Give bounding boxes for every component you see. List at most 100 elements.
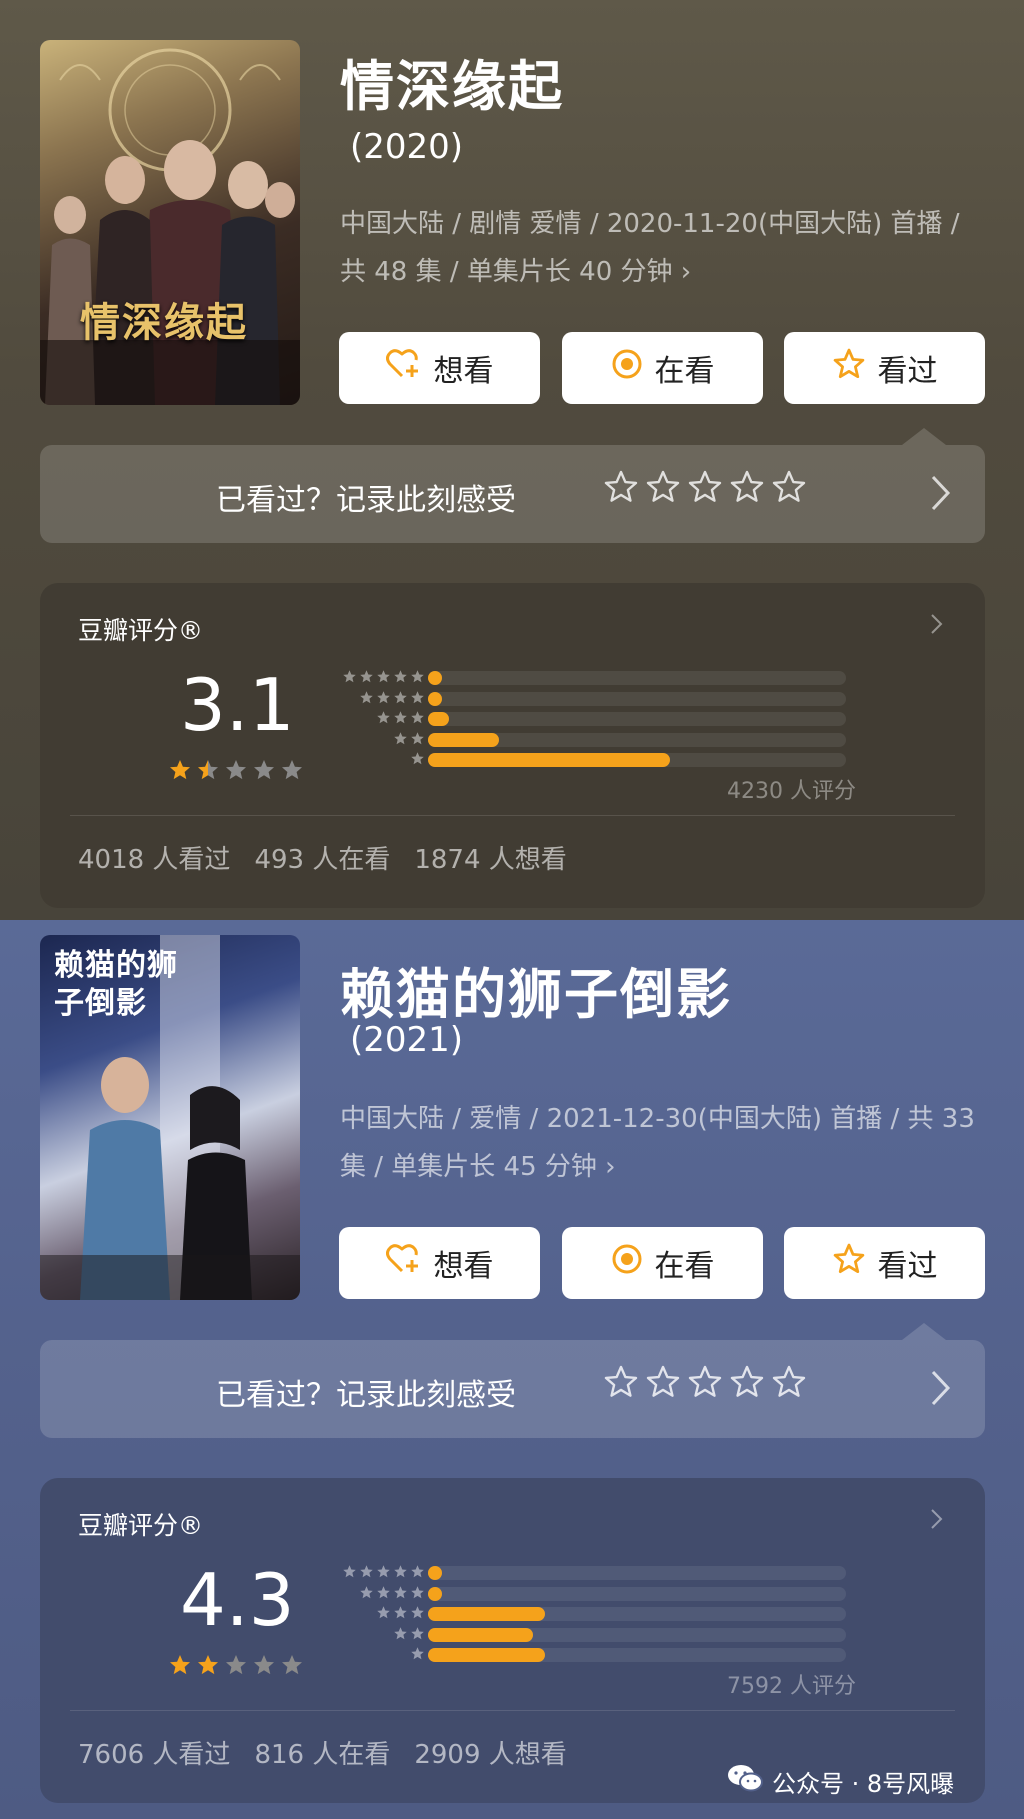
rating-count: 4230 人评分: [727, 779, 856, 804]
watched-label: 看过: [877, 1249, 938, 1284]
heart-plus-icon: [385, 1243, 422, 1283]
show-meta-link[interactable]: 中国大陆 / 爱情 / 2021-12-30(中国大陆) 首播 / 共 33 集…: [340, 1095, 985, 1191]
star-outline-icon: [832, 348, 866, 388]
distribution-bar-4-star: [428, 1586, 442, 1601]
score-stars: [168, 1653, 304, 1677]
distribution-bar-track: [428, 732, 846, 747]
watching-label: 在看: [654, 1249, 715, 1284]
star-icon: [394, 1626, 407, 1639]
chevron-right-icon: [930, 1369, 952, 1411]
distribution-stars: [335, 669, 425, 684]
star-icon: [360, 670, 373, 683]
rating-score: 4.3: [180, 1558, 295, 1642]
want-to-watch-button[interactable]: 想看: [339, 1227, 540, 1299]
rating-star-icon: [198, 1655, 218, 1675]
star-outline-icon: [772, 1365, 806, 1397]
star-icon: [394, 670, 407, 683]
rate-stars[interactable]: [603, 469, 807, 505]
show-meta-link[interactable]: 中国大陆 / 剧情 爱情 / 2020-11-20(中国大陆) 首播 / 共 4…: [340, 200, 985, 296]
pointer-arrow: [902, 428, 946, 445]
poster-image[interactable]: 赖猫的狮子倒影: [40, 935, 300, 1300]
watching-count: 493 人在看: [254, 845, 391, 875]
star-icon: [411, 731, 424, 744]
poster-art: [40, 48, 300, 405]
watching-button[interactable]: 在看: [562, 1227, 763, 1299]
star-outline-icon: [646, 1365, 680, 1397]
audience-counts: 4018 人看过 493 人在看 1874 人想看: [78, 839, 567, 876]
rating-star-icon: [170, 1655, 190, 1675]
distribution-stars: [335, 1585, 425, 1600]
rating-count: 7592 人评分: [727, 1674, 856, 1699]
distribution-stars: [335, 751, 425, 766]
want-to-watch-label: 想看: [433, 354, 494, 389]
star-icon: [411, 1585, 424, 1598]
distribution-bar-track: [428, 691, 846, 706]
rating-star-icon: [254, 1655, 274, 1675]
distribution-stars: [335, 710, 425, 725]
star-icon: [394, 1585, 407, 1598]
star-icon: [411, 1606, 424, 1619]
show-card: 赖猫的狮子倒影 赖猫的狮子倒影 (2021) 中国大陆 / 爱情 / 2021-…: [0, 920, 1024, 1819]
distribution-row-2-star: [335, 730, 855, 749]
rating-star-icon: [226, 1655, 246, 1675]
distribution-row-3-star: [335, 1604, 855, 1623]
distribution-bar-track: [428, 753, 846, 767]
show-title: 情深缘起: [340, 55, 564, 118]
distribution-row-5-star: [335, 668, 855, 687]
distribution-bar-1-star: [428, 1648, 546, 1662]
star-outline-icon: [646, 470, 680, 502]
star-outline-icon: [832, 1243, 866, 1283]
record-rating-bar[interactable]: 已看过？记录此刻感受: [40, 1323, 985, 1438]
poster-title: 赖猫的狮子倒影: [54, 948, 178, 1021]
audience-counts: 7606 人看过 816 人在看 2909 人想看: [78, 1734, 567, 1771]
star-outline-icon: [604, 1365, 638, 1397]
show-year: (2020): [350, 127, 464, 167]
star-icon: [343, 1565, 356, 1578]
star-icon: [411, 670, 424, 683]
star-icon: [411, 711, 424, 724]
douban-rating-panel[interactable]: 豆瓣评分® 3.1 4230 人评分 4018 人看过 493 人在看 1874…: [40, 583, 985, 908]
douban-rating-panel[interactable]: 豆瓣评分® 4.3 7592 人评分 7606 人看过 816 人在看 2909…: [40, 1478, 985, 1803]
target-icon: [611, 348, 643, 388]
record-prompt: 已看过？记录此刻感受: [216, 1378, 516, 1413]
watched-button[interactable]: 看过: [784, 332, 985, 404]
rating-star-icon: [254, 760, 274, 780]
watching-button[interactable]: 在看: [562, 332, 763, 404]
rating-star-icon: [282, 760, 302, 780]
chevron-right-icon[interactable]: [930, 613, 944, 639]
poster-image[interactable]: 情深缘起: [40, 40, 300, 405]
distribution-row-4-star: [335, 689, 855, 708]
distribution-bar-track: [428, 1566, 846, 1580]
chevron-right-icon[interactable]: [930, 1508, 944, 1534]
rate-stars[interactable]: [603, 1364, 807, 1400]
distribution-bar-4-star: [428, 691, 442, 706]
rating-star-icon: [282, 1655, 302, 1675]
record-prompt: 已看过？记录此刻感受: [216, 483, 516, 518]
star-icon: [377, 711, 390, 724]
divider: [70, 1710, 955, 1711]
watching-count: 816 人在看: [254, 1740, 391, 1770]
star-icon: [411, 1626, 424, 1639]
watching-label: 在看: [654, 354, 715, 389]
heart-plus-icon: [385, 348, 422, 388]
distribution-bar-track: [428, 712, 846, 726]
watermark: 公众号 · 8号风曝: [726, 1763, 954, 1799]
watched-button[interactable]: 看过: [784, 1227, 985, 1299]
star-outline-icon: [730, 1365, 764, 1397]
rating-star-icon: [198, 760, 218, 780]
want-to-watch-button[interactable]: 想看: [339, 332, 540, 404]
star-outline-icon: [604, 470, 638, 502]
watched-label: 看过: [877, 354, 938, 389]
distribution-row-1-star: [335, 1645, 855, 1664]
wechat-icon: [726, 1763, 764, 1799]
star-icon: [377, 690, 390, 703]
star-icon: [377, 670, 390, 683]
rating-label: 豆瓣评分®: [78, 616, 204, 645]
distribution-row-1-star: [335, 750, 855, 769]
watched-count: 4018 人看过: [78, 845, 231, 875]
star-icon: [394, 711, 407, 724]
distribution-bar-track: [428, 1586, 846, 1601]
distribution-row-3-star: [335, 709, 855, 728]
distribution-bar-1-star: [428, 753, 671, 767]
record-rating-bar[interactable]: 已看过？记录此刻感受: [40, 428, 985, 543]
